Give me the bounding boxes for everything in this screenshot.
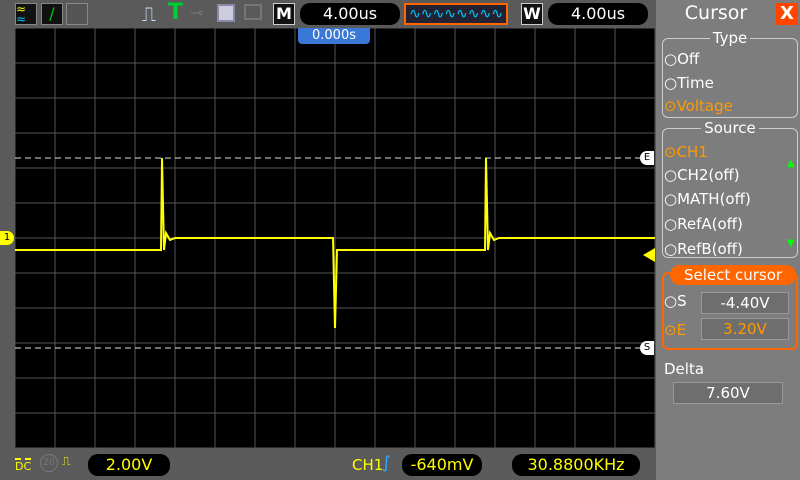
cursor-s-value[interactable]: -4.40V [701, 292, 789, 314]
key-icon: ⊸ [190, 3, 204, 22]
save-icon[interactable] [217, 4, 235, 22]
cursor-s-marker[interactable]: S [640, 341, 654, 355]
cursor-s-radio[interactable]: ○S [664, 292, 687, 310]
channels-icon[interactable]: ≈ ≈ [15, 3, 37, 25]
source-refa[interactable]: ○RefA(off) [664, 215, 743, 233]
frequency-readout: 30.8800KHz [512, 454, 640, 476]
close-button[interactable]: X [776, 3, 798, 25]
delta-value: 7.60V [673, 382, 783, 404]
scroll-up-icon[interactable]: ▲ [787, 158, 795, 169]
trigger-level-marker[interactable] [643, 248, 655, 262]
source-ch1[interactable]: ⊙CH1 [664, 143, 708, 161]
type-time[interactable]: ○Time [664, 74, 714, 92]
waveform-display[interactable] [14, 27, 656, 449]
source-math[interactable]: ○MATH(off) [664, 190, 751, 208]
panel-title: Cursor [684, 2, 748, 24]
bandwidth-limit-icon: 20 [40, 454, 58, 472]
ch1-marker[interactable]: 1 [0, 231, 14, 245]
main-timebase-label: M [273, 3, 295, 25]
cursor-e-value[interactable]: 3.20V [701, 318, 789, 340]
window-timebase-label: W [521, 3, 543, 25]
probe-icon: ⎍ [62, 454, 71, 468]
persist-icon[interactable] [66, 3, 88, 25]
window-timebase[interactable]: 4.00us [548, 3, 648, 25]
coupling-dc-icon: DC [15, 458, 32, 473]
print-icon[interactable] [244, 4, 262, 20]
source-refb[interactable]: ○RefB(off) [664, 240, 743, 258]
type-off[interactable]: ○Off [664, 50, 699, 68]
window-waveform-icon[interactable]: ∿∿∿∿∿∿∿∿ [404, 3, 508, 25]
trigger-source: CH1 [352, 456, 384, 474]
line-icon[interactable]: / [41, 3, 63, 25]
trigger-level[interactable]: -640mV [402, 454, 482, 476]
ch1-scale[interactable]: 2.00V [88, 454, 170, 476]
scroll-down-icon[interactable]: ▼ [787, 238, 795, 249]
type-title: Type [709, 29, 751, 47]
trigger-t-icon: T [168, 0, 184, 25]
cursor-e-marker[interactable]: E [640, 151, 654, 165]
rising-edge-icon: ∫ [382, 453, 391, 473]
source-title: Source [701, 119, 759, 137]
select-cursor-title: Select cursor [670, 265, 796, 285]
trigger-position-marker[interactable]: 0.000s [298, 28, 370, 44]
main-timebase[interactable]: 4.00us [300, 3, 400, 25]
delta-label: Delta [664, 360, 705, 378]
pulse-icon: ⎍ [142, 2, 156, 26]
cursor-e-radio[interactable]: ⊙E [664, 321, 686, 339]
type-voltage[interactable]: ⊙Voltage [664, 97, 733, 115]
source-ch2[interactable]: ○CH2(off) [664, 166, 740, 184]
